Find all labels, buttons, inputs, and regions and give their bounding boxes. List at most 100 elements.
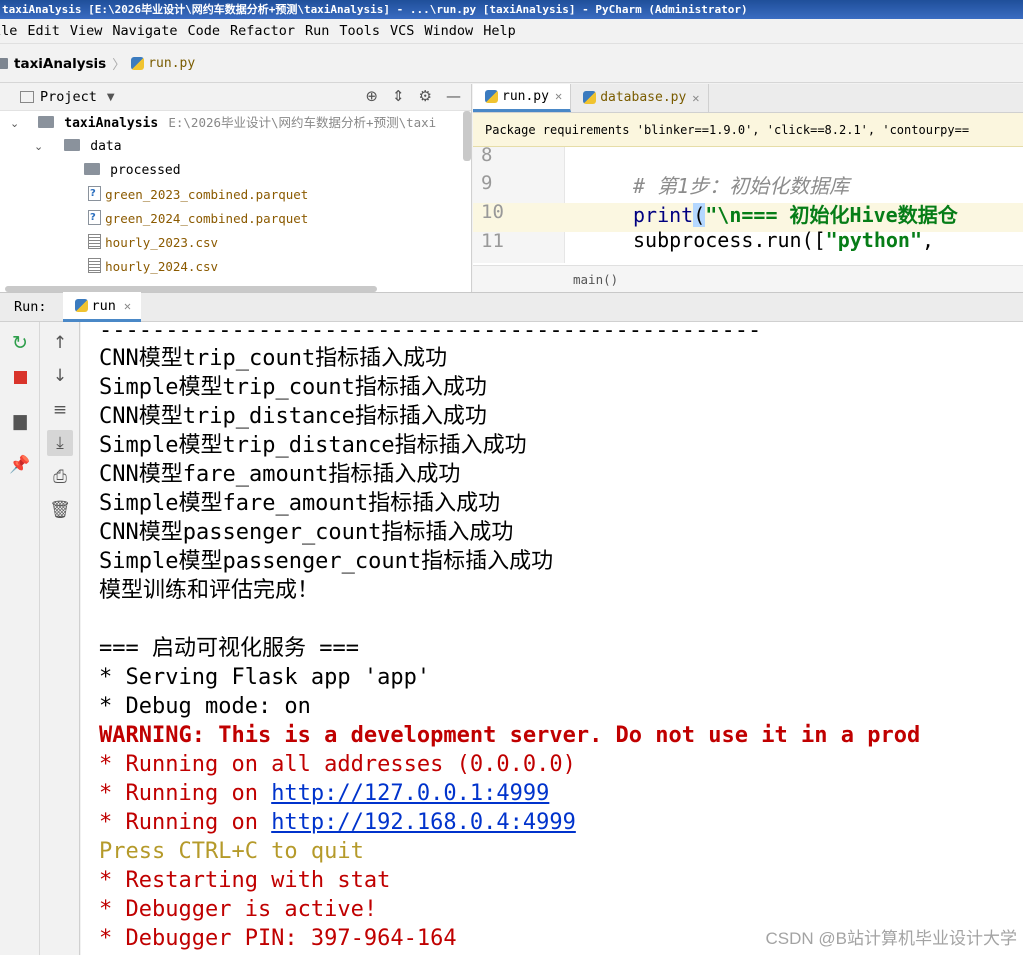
console-link-lan[interactable]: http://192.168.0.4:4999: [271, 810, 576, 835]
project-view-icon: [20, 91, 34, 103]
menu-view[interactable]: View: [70, 23, 103, 39]
layout-icon[interactable]: ▆: [7, 408, 33, 434]
chevron-down-icon[interactable]: ⌄: [10, 112, 22, 136]
console-line: CNN模型fare_amount指标插入成功: [99, 462, 461, 487]
code-token-paren: (: [693, 203, 706, 227]
tree-item-parquet-2024[interactable]: green_2024_combined.parquet: [0, 206, 471, 231]
code-token-string: "\n=== 初始化Hive数据仓: [705, 203, 958, 227]
trash-icon[interactable]: 🗑: [47, 497, 73, 523]
run-panel-header: Run: run ✕: [0, 292, 1023, 322]
console-line: * Running on http://192.168.0.4:4999: [99, 808, 576, 837]
folder-icon: [38, 116, 55, 128]
menu-file[interactable]: ile: [0, 23, 17, 39]
collapse-all-icon[interactable]: ⇕: [392, 87, 405, 105]
menu-bar: ile Edit View Navigate Code Refactor Run…: [0, 19, 1023, 44]
tree-item-data[interactable]: ⌄ data: [0, 135, 471, 159]
tree-item-label: processed: [110, 163, 181, 178]
stop-icon[interactable]: [7, 364, 33, 390]
tree-item-hourly-2024[interactable]: hourly_2024.csv: [0, 255, 471, 279]
console-output[interactable]: ----------------------------------------…: [81, 322, 1023, 955]
console-line: Press CTRL+C to quit: [99, 839, 364, 864]
menu-edit[interactable]: Edit: [27, 23, 60, 39]
console-line: ----------------------------------------…: [99, 322, 762, 343]
tree-item-label: green_2024_combined.parquet: [105, 211, 309, 226]
print-icon[interactable]: ⎙: [47, 464, 73, 490]
close-icon[interactable]: ✕: [124, 299, 131, 313]
up-arrow-icon[interactable]: ↑: [47, 330, 73, 356]
close-icon[interactable]: ✕: [692, 91, 699, 105]
line-number: 10: [481, 201, 504, 223]
pin-icon[interactable]: 📌: [7, 452, 33, 478]
breadcrumb-separator: 〉: [112, 58, 126, 73]
console-line: Simple模型passenger_count指标插入成功: [99, 549, 554, 574]
tree-item-label: taxiAnalysis: [64, 116, 159, 131]
watermark: CSDN @B站计算机毕业设计大学: [765, 929, 1018, 948]
python-icon: [74, 299, 88, 312]
tree-item-label: hourly_2023.csv: [105, 235, 219, 250]
package-requirements-banner[interactable]: Package requirements 'blinker==1.9.0', '…: [473, 113, 1023, 147]
navigation-bar: taxiAnalysis 〉 run.py: [0, 45, 1023, 83]
menu-help[interactable]: Help: [483, 23, 516, 39]
menu-window[interactable]: Window: [424, 23, 473, 39]
unknown-file-icon: [88, 182, 101, 206]
run-toolbar-right: ↑ ↓ ≡ ⤓ ⎙ 🗑: [40, 322, 80, 955]
chevron-down-icon[interactable]: ⌄: [34, 135, 46, 159]
tree-item-label: green_2023_combined.parquet: [105, 187, 309, 202]
vertical-scrollbar[interactable]: [463, 111, 471, 161]
console-line: Simple模型trip_count指标插入成功: [99, 375, 487, 400]
tree-item-label: hourly_2024.csv: [105, 259, 219, 274]
chevron-down-icon[interactable]: ▼: [107, 92, 115, 103]
minimize-icon[interactable]: —: [446, 87, 461, 105]
tree-item-root[interactable]: ⌄ taxiAnalysis E:\2026毕业设计\网约车数据分析+预测\ta…: [0, 111, 471, 135]
soft-wrap-icon[interactable]: ≡: [47, 397, 73, 423]
code-area[interactable]: 8 9 10 11 # 第1步：初始化数据库 print("\n=== 初始化H…: [473, 144, 1023, 263]
console-line: * Debug mode: on: [99, 694, 311, 719]
project-panel: Project ▼ ⊕ ⇕ ⚙ — ⌄ taxiAnalysis E:\2026…: [0, 84, 472, 292]
line-number: 11: [481, 230, 504, 252]
tree-item-hourly-2023[interactable]: hourly_2023.csv: [0, 231, 471, 255]
console-line: Simple模型fare_amount指标插入成功: [99, 491, 501, 516]
folder-icon: [0, 58, 8, 69]
tree-item-parquet-2023[interactable]: green_2023_combined.parquet: [0, 182, 471, 207]
project-path: E:\2026毕业设计\网约车数据分析+预测\taxi: [168, 115, 437, 130]
menu-tools[interactable]: Tools: [339, 23, 380, 39]
console-line: CNN模型trip_count指标插入成功: [99, 346, 448, 371]
code-breadcrumb[interactable]: main(): [473, 265, 1023, 292]
scroll-to-end-icon[interactable]: ⤓: [47, 430, 73, 456]
code-token-string: "python": [825, 228, 922, 252]
console-link-localhost[interactable]: http://127.0.0.1:4999: [271, 781, 549, 806]
tree-item-processed[interactable]: processed: [0, 159, 471, 183]
tab-run-py[interactable]: run.py ✕: [473, 84, 572, 112]
project-panel-header: Project ▼ ⊕ ⇕ ⚙ —: [0, 84, 471, 111]
python-file-icon: [583, 91, 597, 104]
run-panel-label: Run:: [14, 299, 47, 315]
console-line: * Running on http://127.0.0.1:4999: [99, 779, 549, 808]
menu-code[interactable]: Code: [187, 23, 220, 39]
console-warning-line: WARNING: This is a development server. D…: [99, 723, 921, 748]
down-arrow-icon[interactable]: ↓: [47, 363, 73, 389]
console-line: * Debugger is active!: [99, 897, 378, 922]
project-panel-title[interactable]: Project: [40, 89, 97, 105]
code-line-comment: # 第1步：初始化数据库: [633, 174, 850, 198]
menu-run[interactable]: Run: [305, 23, 329, 39]
breadcrumb-project[interactable]: taxiAnalysis: [14, 56, 106, 72]
breadcrumb-file[interactable]: run.py: [148, 56, 195, 71]
python-file-icon: [131, 57, 145, 70]
menu-refactor[interactable]: Refactor: [230, 23, 295, 39]
close-icon[interactable]: ✕: [555, 89, 562, 103]
console-line: CNN模型passenger_count指标插入成功: [99, 520, 514, 545]
tab-database-py[interactable]: database.py ✕: [571, 84, 709, 112]
gear-icon[interactable]: ⚙: [419, 87, 432, 105]
locate-icon[interactable]: ⊕: [365, 87, 378, 105]
menu-vcs[interactable]: VCS: [390, 23, 414, 39]
text-file-icon: [88, 234, 101, 249]
text-file-icon: [88, 258, 101, 273]
tab-label: run.py: [502, 88, 549, 104]
tab-run[interactable]: run ✕: [62, 292, 142, 322]
editor-tabs: run.py ✕ database.py ✕: [473, 84, 1023, 113]
code-token-punct: ,: [921, 228, 935, 252]
console-line: * Serving Flask app 'app': [99, 665, 431, 690]
console-text: * Running on: [99, 781, 272, 806]
menu-navigate[interactable]: Navigate: [112, 23, 177, 39]
rerun-icon[interactable]: ↻: [7, 330, 33, 356]
